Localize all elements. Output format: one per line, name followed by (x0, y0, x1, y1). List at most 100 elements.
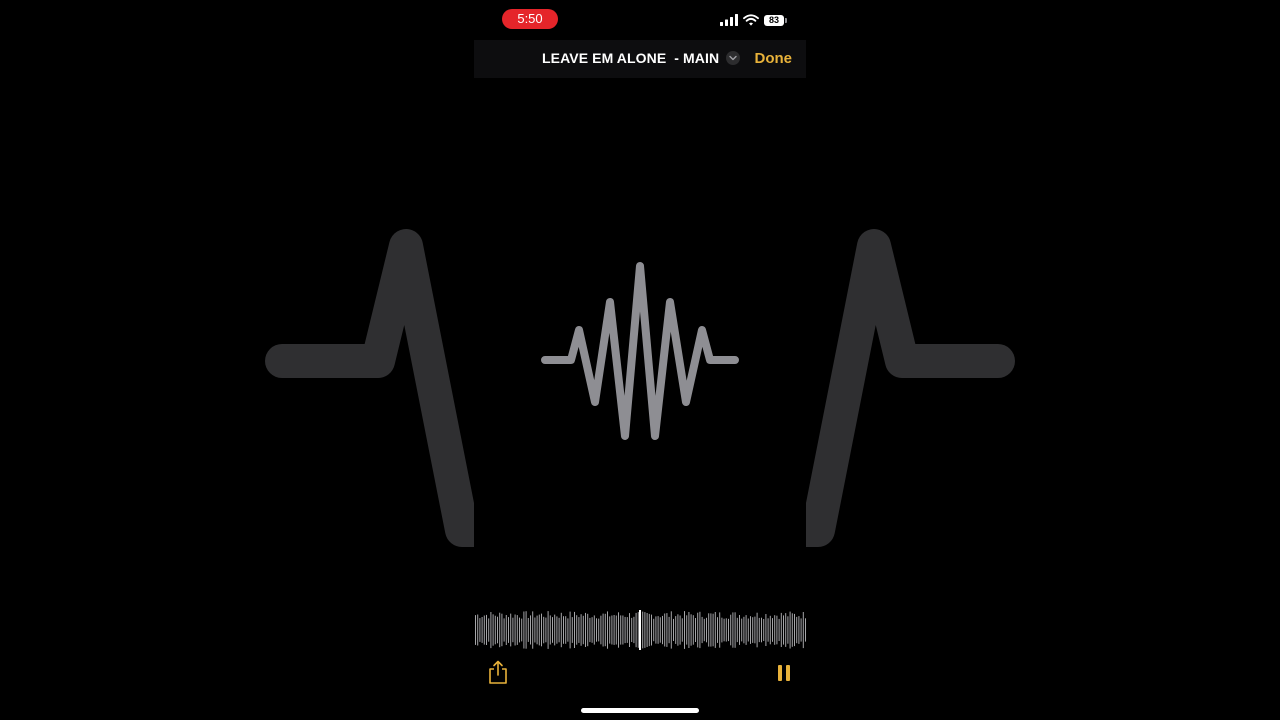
waveform-bar (648, 613, 650, 647)
waveform-bar (580, 614, 582, 646)
wifi-icon (743, 14, 759, 26)
waveform-bar (631, 617, 633, 642)
waveform-bar (624, 616, 626, 644)
waveform-bar (545, 617, 547, 643)
waveform-bar (712, 613, 714, 647)
share-icon[interactable] (486, 660, 510, 686)
waveform-bar (721, 617, 723, 643)
waveform-bar (486, 614, 487, 645)
waveform-bar (697, 612, 699, 648)
waveform-bar (791, 613, 793, 647)
recording-title: LEAVE EM ALONE - MAIN (542, 50, 720, 66)
waveform-bar (602, 613, 604, 647)
waveform-bar (604, 613, 606, 647)
waveform-bar (514, 614, 516, 646)
pause-icon[interactable] (776, 663, 792, 683)
waveform-bar (593, 615, 595, 645)
waveform-icon (541, 262, 739, 440)
waveform-bar (479, 618, 481, 642)
waveform-bar (578, 617, 580, 643)
waveform-bar (600, 615, 602, 645)
waveform-bar (622, 615, 624, 645)
home-indicator[interactable] (581, 708, 699, 713)
waveform-bar (794, 613, 795, 647)
waveform-bar (772, 618, 773, 642)
status-bar: 5:50 83 (474, 0, 806, 40)
waveform-bar (505, 615, 507, 645)
waveform-bar (664, 613, 666, 647)
waveform-bar (714, 612, 716, 648)
waveform-bar (492, 614, 494, 646)
waveform-bar (763, 619, 765, 641)
waveform-bar (741, 618, 743, 642)
screen: 5:50 83 LEAVE EM ALONE - MAIN Done (0, 0, 1280, 720)
waveform-bar (787, 616, 789, 644)
waveform-bar (743, 616, 745, 644)
waveform-bar (512, 617, 514, 643)
waveform-bar (800, 618, 802, 642)
waveform-bar (560, 612, 562, 648)
waveform-bar (673, 618, 674, 641)
waveform-bar (519, 617, 520, 643)
waveform-bar (481, 617, 483, 643)
waveform-bar (686, 615, 688, 645)
waveform-bar (668, 616, 670, 644)
playhead[interactable] (639, 610, 641, 650)
waveform-bar (574, 611, 575, 648)
waveform-bar (701, 616, 703, 644)
waveform-bar (530, 615, 531, 645)
waveform-bar (543, 616, 545, 644)
waveform-bar (725, 618, 727, 642)
done-button[interactable]: Done (755, 50, 793, 67)
header: LEAVE EM ALONE - MAIN Done (474, 40, 806, 78)
waveform-bar (675, 616, 677, 644)
waveform-bar (585, 612, 586, 647)
waveform-bar (796, 616, 798, 644)
waveform-bar (477, 614, 479, 646)
waveform-bar (490, 612, 492, 649)
waveform-bar (767, 618, 769, 642)
waveform-bar (730, 614, 732, 646)
waveform-bar (769, 615, 771, 645)
waveform-bar (651, 614, 652, 646)
waveform-bar (736, 617, 738, 643)
waveform-bar (719, 612, 721, 648)
waveform-bar (734, 612, 736, 648)
waveform-bar (582, 615, 584, 645)
waveform-bar (598, 618, 600, 642)
waveform-bar (611, 615, 613, 645)
waveform-bar (552, 617, 553, 643)
waveform-bar (785, 613, 787, 647)
waveform-bar (538, 614, 540, 646)
waveform-bar (688, 612, 690, 648)
waveform-bar (618, 612, 619, 648)
chevron-down-icon[interactable] (726, 51, 741, 65)
waveform-bar (609, 616, 611, 644)
waveform-bar (655, 616, 657, 644)
waveform-bar (789, 611, 791, 649)
waveform-bar (732, 612, 734, 648)
waveform-bar (607, 611, 608, 649)
waveform-bar (695, 618, 696, 642)
waveform-bar (567, 618, 569, 642)
waveform-bar (756, 612, 758, 648)
waveform-bar (657, 616, 659, 644)
waveform-bar (679, 615, 681, 645)
waveform-bar (802, 612, 804, 649)
waveform-bar (523, 611, 525, 649)
waveform-bar (521, 618, 523, 642)
waveform-bar (699, 611, 701, 649)
waveform-bar (739, 615, 740, 645)
waveform-bar (758, 617, 760, 643)
waveform-bar (508, 617, 509, 643)
waveform-bar (615, 615, 617, 645)
waveform-bar (563, 616, 564, 644)
waveform-bar (569, 611, 571, 649)
phone-screen: 5:50 83 LEAVE EM ALONE - MAIN Done (474, 0, 806, 720)
waveform-bar (558, 617, 560, 643)
waveform-scrubber[interactable] (474, 610, 806, 650)
waveform-bar (684, 611, 685, 649)
recording-title-dropdown[interactable]: LEAVE EM ALONE - MAIN (542, 50, 741, 66)
waveform-bar (666, 613, 668, 647)
waveform-bar (637, 612, 639, 648)
